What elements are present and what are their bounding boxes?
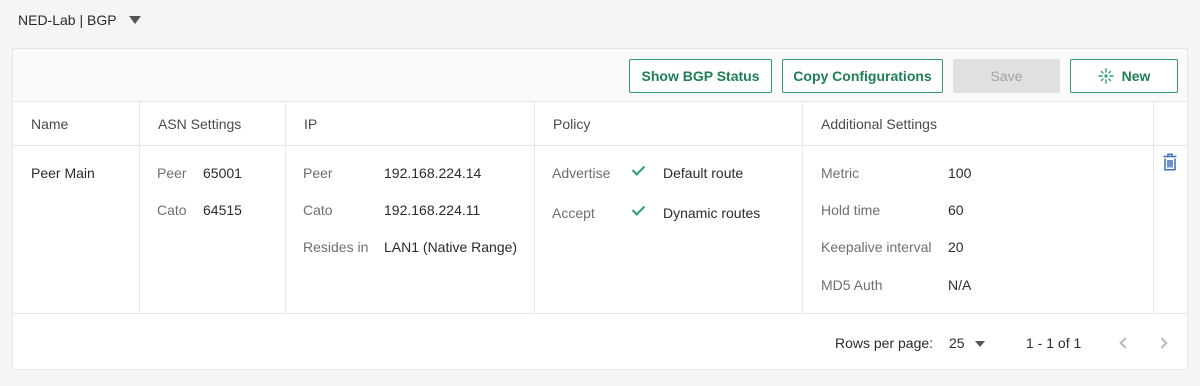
rows-per-page-select[interactable]: 25 xyxy=(949,335,989,355)
copy-configurations-label: Copy Configurations xyxy=(793,68,932,84)
column-header-label: Name xyxy=(31,116,69,132)
md5-auth-value: N/A xyxy=(948,277,972,293)
keepalive-label: Keepalive interval xyxy=(821,239,932,255)
rows-per-page-label: Rows per page: xyxy=(835,335,934,351)
copy-configurations-button[interactable]: Copy Configurations xyxy=(782,59,943,93)
column-header-label: Policy xyxy=(553,116,591,132)
table-header: Name ASN Settings IP Policy Additional S… xyxy=(13,102,1187,146)
cell-policy: Advertise Default route Accept Dynamic r… xyxy=(535,146,803,314)
asn-peer-label: Peer xyxy=(157,165,187,181)
metric-label: Metric xyxy=(821,165,860,181)
save-button[interactable]: Save xyxy=(953,59,1060,93)
caret-down-icon[interactable] xyxy=(128,16,141,24)
keepalive-value: 20 xyxy=(948,239,964,255)
hold-time-value: 60 xyxy=(948,202,964,218)
column-header-additional-settings[interactable]: Additional Settings xyxy=(803,102,1154,146)
toolbar: Show BGP Status Copy Configurations Save xyxy=(13,49,1187,102)
new-button[interactable]: New xyxy=(1070,59,1178,93)
policy-accept-value: Dynamic routes xyxy=(663,205,761,221)
column-header-ip[interactable]: IP xyxy=(286,102,535,146)
asn-peer-value: 65001 xyxy=(203,165,242,181)
policy-accept-label: Accept xyxy=(552,205,595,221)
bgp-card: Show BGP Status Copy Configurations Save xyxy=(12,48,1188,370)
sparkle-icon xyxy=(1097,68,1114,84)
show-bgp-status-label: Show BGP Status xyxy=(641,68,760,84)
chevron-right-icon[interactable] xyxy=(1156,337,1168,349)
new-label: New xyxy=(1121,68,1151,84)
rows-per-page-value: 25 xyxy=(949,335,965,351)
policy-advertise-label: Advertise xyxy=(552,165,611,181)
asn-cato-value: 64515 xyxy=(203,202,242,218)
column-header-label: ASN Settings xyxy=(158,116,242,132)
asn-cato-label: Cato xyxy=(157,202,187,218)
column-header-name[interactable]: Name xyxy=(13,102,140,146)
column-header-label: Additional Settings xyxy=(821,116,937,132)
ip-cato-value: 192.168.224.11 xyxy=(384,202,481,218)
hold-time-label: Hold time xyxy=(821,202,881,218)
show-bgp-status-button[interactable]: Show BGP Status xyxy=(629,59,772,93)
cell-ip: Peer 192.168.224.14 Cato 192.168.224.11 … xyxy=(286,146,535,314)
metric-value: 100 xyxy=(948,165,972,181)
table-row[interactable]: Peer Main Peer 65001 Cato 64515 Peer 192… xyxy=(13,146,1187,314)
bgp-peers-table: Name ASN Settings IP Policy Additional S… xyxy=(13,102,1187,314)
peer-name: Peer Main xyxy=(31,165,95,181)
page-title: NED-Lab | BGP xyxy=(18,12,117,28)
trash-icon[interactable] xyxy=(1163,153,1177,171)
cell-asn-settings: Peer 65001 Cato 64515 xyxy=(140,146,286,314)
caret-down-icon xyxy=(975,341,985,347)
cell-additional-settings: Metric 100 Hold time 60 Keepalive interv… xyxy=(803,146,1154,314)
ip-cato-label: Cato xyxy=(303,202,333,218)
save-label: Save xyxy=(990,68,1023,84)
ip-peer-value: 192.168.224.14 xyxy=(384,165,482,181)
pagination: Rows per page: 25 1 - 1 of 1 xyxy=(13,315,1187,371)
policy-advertise-value: Default route xyxy=(663,165,744,181)
check-icon xyxy=(631,202,646,216)
column-header-asn-settings[interactable]: ASN Settings xyxy=(140,102,286,146)
md5-auth-label: MD5 Auth xyxy=(821,277,883,293)
ip-peer-label: Peer xyxy=(303,165,333,181)
pagination-range: 1 - 1 of 1 xyxy=(1026,335,1082,351)
site-title-selector[interactable]: NED-Lab | BGP xyxy=(18,10,141,30)
column-header-policy[interactable]: Policy xyxy=(535,102,803,146)
cell-name: Peer Main xyxy=(13,146,140,314)
ip-resides-value: LAN1 (Native Range) xyxy=(384,239,518,255)
chevron-left-icon[interactable] xyxy=(1119,337,1131,349)
column-header-label: IP xyxy=(304,116,318,132)
check-icon xyxy=(631,162,646,176)
ip-resides-label: Resides in xyxy=(303,239,369,255)
